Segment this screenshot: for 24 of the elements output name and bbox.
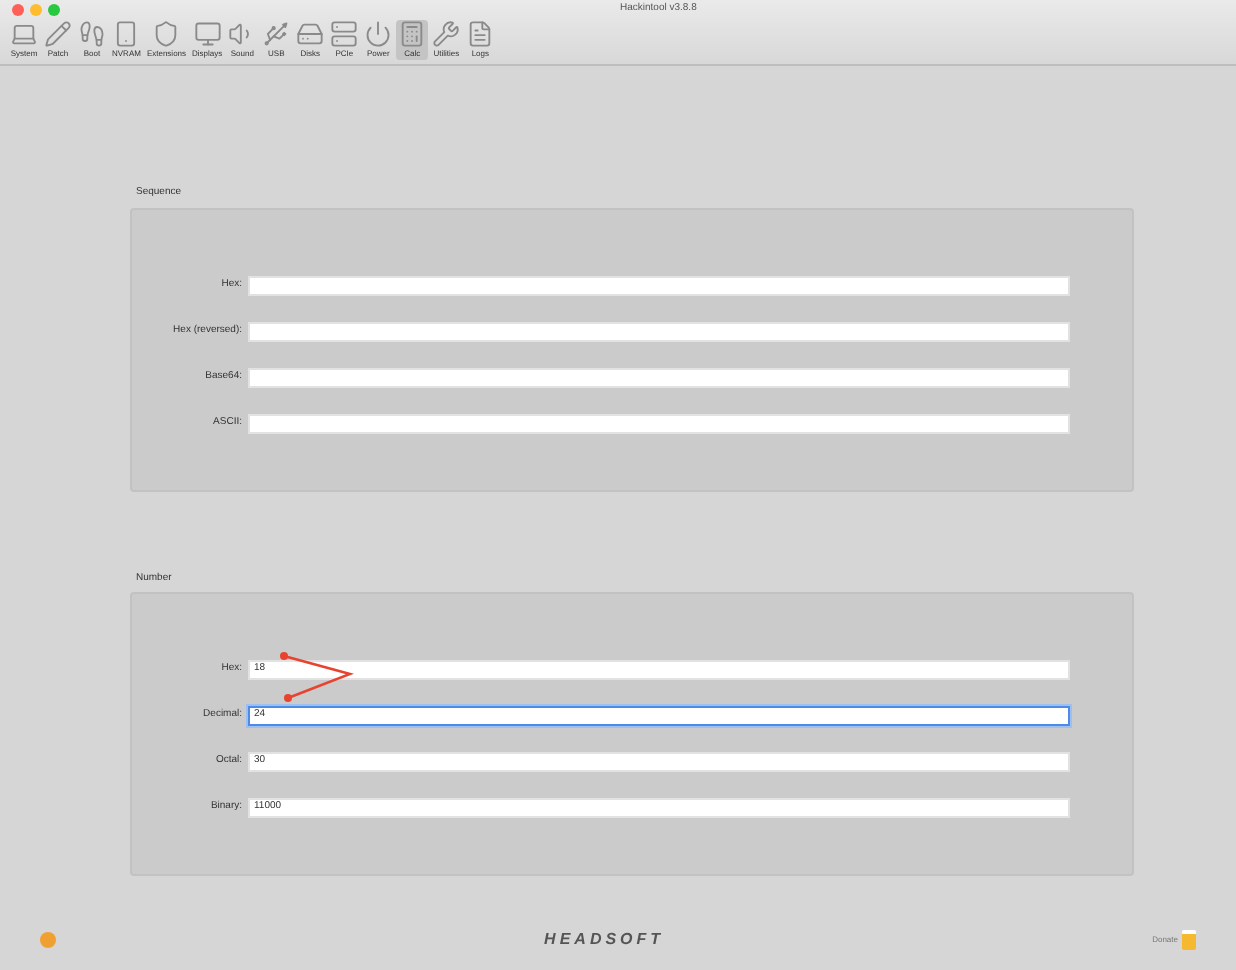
wrench-icon — [432, 20, 461, 48]
close-button[interactable] — [12, 4, 24, 16]
shield-icon — [152, 20, 181, 48]
usb-icon — [262, 20, 291, 48]
pencil-icon — [44, 20, 72, 48]
minimize-button[interactable] — [30, 4, 42, 16]
server-icon — [330, 20, 359, 48]
annotation-arrows — [278, 648, 354, 708]
boot-icon — [78, 20, 106, 48]
phone-icon — [112, 20, 141, 48]
beer-button[interactable] — [1182, 930, 1196, 950]
input-field[interactable] — [248, 413, 1070, 433]
input-field[interactable] — [248, 367, 1070, 387]
calculator-icon — [398, 20, 427, 48]
drive-icon — [296, 20, 325, 48]
input-field[interactable] — [248, 321, 1070, 341]
monitor-icon — [193, 20, 222, 48]
power-icon — [364, 20, 393, 48]
footer-logo: HEADSOFT — [544, 928, 665, 952]
zoom-button[interactable] — [48, 4, 60, 16]
document-icon — [466, 20, 495, 48]
pumpkin-icon — [40, 932, 56, 948]
laptop-icon — [10, 20, 38, 48]
input-field[interactable] — [248, 275, 1070, 295]
